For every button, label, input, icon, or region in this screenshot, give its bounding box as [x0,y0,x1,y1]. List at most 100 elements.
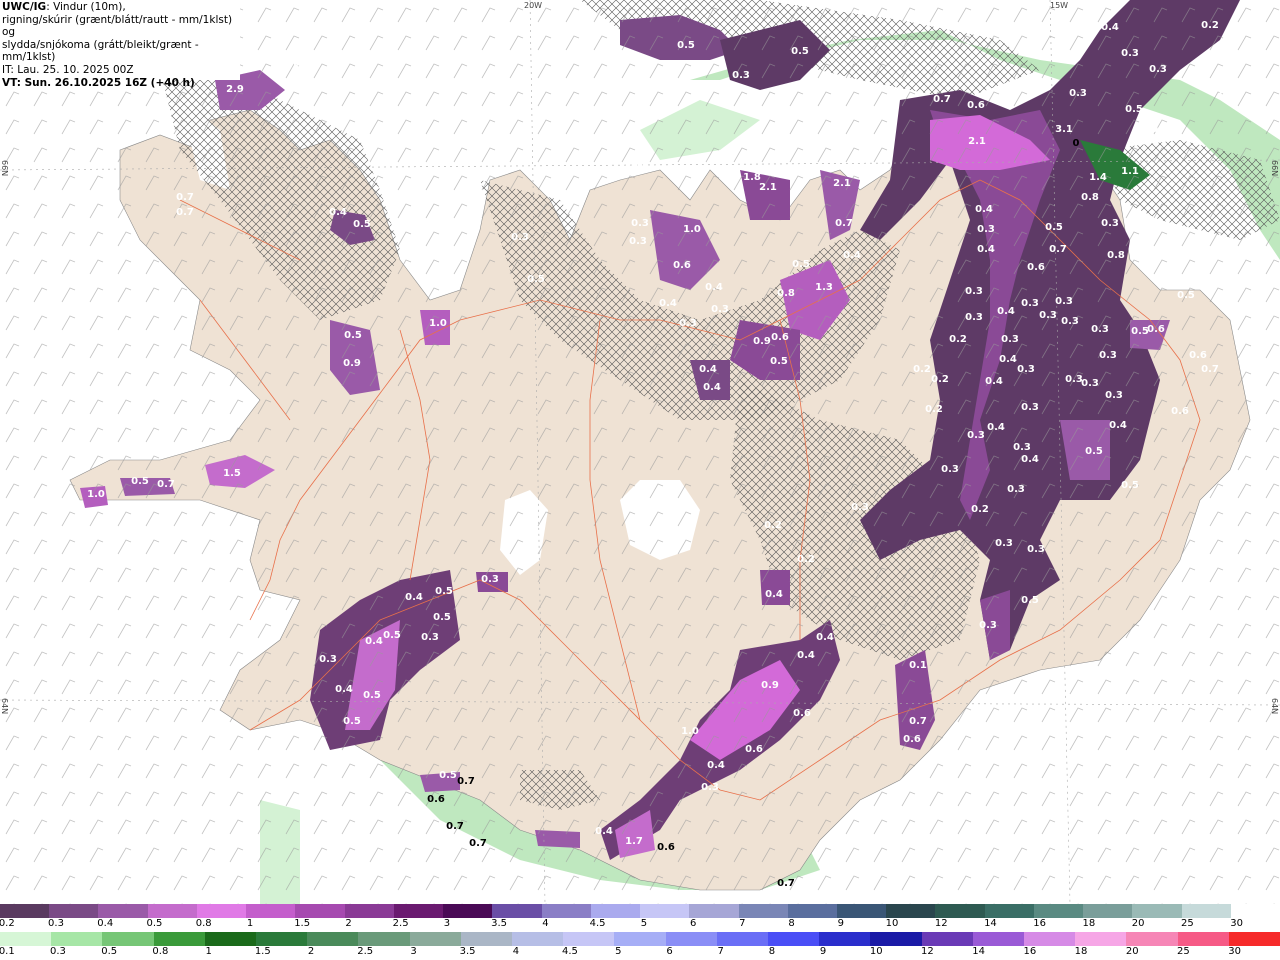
snow-value-label: 0.7 [933,94,951,105]
snow-swatch [98,904,148,918]
snow-value-label: 0.6 [1189,350,1207,361]
rain-swatch [819,932,871,946]
rain-colorbar [0,932,1280,946]
snow-value-label: 0.5 [1045,222,1063,233]
snow-swatch [935,904,985,918]
snow-value-label: 0.3 [1099,350,1117,361]
snow-swatch [147,904,197,918]
info-desc-2: rigning/skúrir (grænt/blátt/rautt - mm/1… [2,13,233,39]
rain-swatch [512,932,564,946]
snow-value-label: 0.3 [1105,390,1123,401]
lat-label-right-64n: 64N [1270,698,1279,715]
rain-swatch [0,932,52,946]
rain-tick-label: 9 [819,946,827,957]
snow-value-label: 0.6 [967,100,985,111]
snow-value-label: 0.5 [131,476,149,487]
snow-value-label: 0.4 [987,422,1005,433]
snow-value-label: 0.5 [1177,290,1195,301]
snow-tick-label: 20 [1131,918,1145,929]
snow-value-label: 1.0 [87,489,105,500]
snow-value-label: 0.9 [753,336,771,347]
snow-value-label: 0.3 [995,538,1013,549]
snow-value-label: 0.3 [1081,378,1099,389]
rain-swatch [665,932,717,946]
snow-value-label: 0.3 [511,232,529,243]
rain-value-label: 0.7 [469,838,487,849]
snow-swatch [1230,904,1280,918]
snow-value-label: 0.3 [1101,218,1119,229]
snow-value-label: 0.3 [1021,402,1039,413]
snow-swatch [1033,904,1084,918]
snow-value-label: 0.4 [843,250,861,261]
rain-swatch [870,932,922,946]
snow-value-label: 0.1 [909,660,927,671]
snow-value-label: 0.3 [941,464,959,475]
snow-value-label: 0.9 [761,680,779,691]
snow-value-label: 0.3 [967,430,985,441]
lon-label-20w: 20W [524,1,543,10]
snow-tick-label: 0.4 [97,918,114,929]
rain-swatch [204,932,257,946]
snow-tick-label: 6 [689,918,697,929]
rain-swatch [460,932,513,946]
snow-value-label: 0.3 [631,218,649,229]
rain-tick-label: 4.5 [562,946,578,957]
snow-value-label: 0.3 [1021,298,1039,309]
snow-value-label: 0.5 [353,219,371,230]
weather-map: 2.9 0.4 0.5 0.5 0.3 0.4 0.3 0.3 0.3 0.2 0.2 0.3 0.7 0… [0,0,1280,904]
snow-colorbar [0,904,1280,918]
snow-swatch [541,904,591,918]
rain-tick-label: 2.5 [357,946,374,957]
snow-value-label: 0.2 [797,554,815,565]
snow-value-label: 0.8 [777,288,795,299]
valid-time: VT: Sun. 26.10.2025 16Z (+40 h) [2,76,195,89]
snow-value-label: 0.5 [433,612,451,623]
rain-tick-label: 0.3 [50,946,66,957]
snow-swatch [246,904,296,918]
snow-value-label: 0.4 [797,650,815,661]
rain-swatch [1024,932,1076,946]
snow-value-label: 0.4 [293,58,311,69]
rain-swatch [51,932,103,946]
snow-value-label: 0.3 [1007,484,1025,495]
rain-tick-label: 0.8 [152,946,169,957]
snow-value-label: 0.4 [329,207,347,218]
rain-tick-label: 0.1 [0,946,15,957]
snow-value-label: 0.5 [770,356,788,367]
snow-value-label: 0.3 [1017,364,1035,375]
info-desc-1: : Vindur (10m), [46,1,126,13]
snow-tick-label: 0.2 [0,918,15,929]
rain-tick-label: 7 [717,946,724,957]
snow-swatch [590,904,641,918]
snow-value-label: 1.4 [1089,172,1107,183]
snow-value-label: 0.5 [792,259,810,270]
rain-swatch [768,932,820,946]
map-info-box: UWC/IG: Vindur (10m), rigning/skúrir (gr… [0,0,240,89]
snow-value-label: 0.3 [977,224,995,235]
rain-swatch [1228,932,1280,946]
snow-tick-label: 25 [1180,918,1194,929]
snow-tick-label: 3 [443,918,451,929]
snow-tick-label: 0.5 [146,918,163,929]
snow-value-label: 0.4 [335,684,353,695]
snow-value-label: 0.5 [1021,595,1039,606]
rain-swatch [921,932,973,946]
snow-tick-label: 14 [984,918,997,929]
snow-value-label: 0.3 [481,574,499,585]
snow-value-label: 0.5 [439,770,457,781]
rain-value-label: 0.6 [657,842,675,853]
rain-swatch [972,932,1025,946]
rain-tick-label: 30 [1228,946,1241,957]
snow-swatch [49,904,99,918]
snow-value-label: 1.0 [429,318,447,329]
snow-value-label: 0.6 [1027,262,1045,273]
snow-swatch [295,904,345,918]
snow-tick-label: 3.5 [491,918,508,929]
snow-swatch [1083,904,1133,918]
snow-tick-label: 10 [885,918,899,929]
snow-value-label: 0.5 [791,46,809,57]
snow-value-label: 0.5 [343,716,361,727]
rain-tick-label: 20 [1125,946,1139,957]
snow-swatch [0,904,50,918]
snow-value-label: 0.7 [909,716,927,727]
